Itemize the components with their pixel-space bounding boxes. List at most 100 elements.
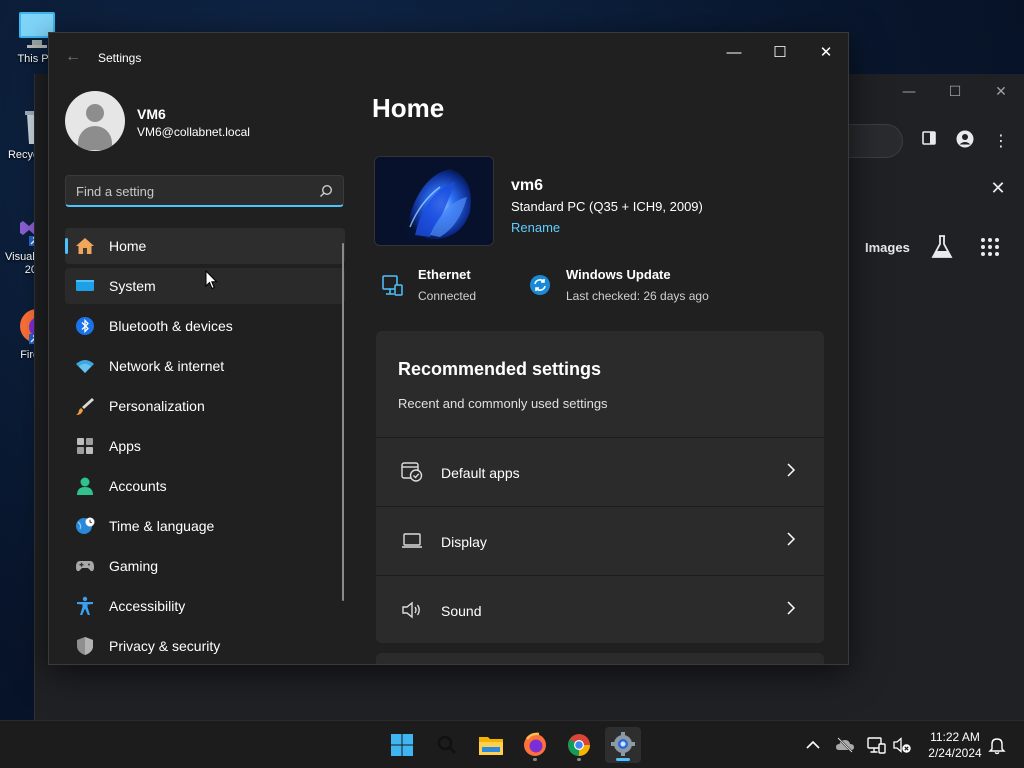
taskbar: 11:22 AM 2/24/2024 [0,720,1024,768]
clock-time: 11:22 AM [930,730,980,744]
close-icon[interactable]: ✕ [987,178,1009,199]
recommended-row-default-apps[interactable]: Default apps [376,437,824,505]
windows-update-subtitle: Last checked: 26 days ago [566,289,709,303]
kebab-menu-icon[interactable]: ⋮ [990,130,1012,152]
recommended-row-display[interactable]: Display [376,506,824,574]
wifi-icon [76,360,94,373]
search-icon[interactable] [319,184,333,198]
search-icon [437,735,457,755]
ethernet-status[interactable]: Ethernet Connected [380,265,520,307]
accounts-icon [77,477,93,495]
running-indicator [533,758,537,761]
windows-update-status[interactable]: Windows Update Last checked: 26 days ago [528,265,748,307]
app-title: Settings [98,51,142,65]
images-link[interactable]: Images [865,240,910,255]
user-email: VM6@collabnet.local [137,125,250,139]
sidebar-nav: Home System Bluetooth & devices Network … [65,228,345,664]
sidebar-item-label: Privacy & security [109,638,221,654]
flask-icon[interactable] [931,234,953,260]
taskbar-search-button[interactable] [429,727,465,763]
shield-icon [77,637,93,655]
sidebar-item-bluetooth[interactable]: Bluetooth & devices [65,308,345,344]
taskbar-chrome[interactable] [561,727,597,763]
taskbar-clock[interactable]: 11:22 AM 2/24/2024 [916,729,994,761]
device-name: vm6 [511,177,544,194]
sidebar-item-gaming[interactable]: Gaming [65,548,345,584]
browser-maximize-button[interactable]: ☐ [935,84,975,100]
sidebar-item-time-language[interactable]: Time & language [65,508,345,544]
sidebar-item-label: Network & internet [109,358,225,374]
ethernet-subtitle: Connected [418,289,477,303]
search-input[interactable] [66,176,306,206]
mouse-cursor-icon [205,270,218,290]
ethernet-icon [382,275,403,296]
avatar-body [78,126,112,150]
windows-update-icon [530,275,550,295]
onedrive-offline-icon[interactable] [835,735,855,755]
apps-grid-icon[interactable] [981,238,999,256]
recommended-row-label: Sound [441,603,482,619]
back-arrow-icon[interactable]: ← [63,47,83,67]
recommended-settings-card: Recommended settings Recent and commonly… [376,331,824,643]
chevron-up-icon[interactable] [803,735,823,755]
sidebar-item-label: Gaming [109,558,159,574]
volume-muted-icon[interactable] [892,735,912,755]
browser-close-button[interactable]: ✕ [981,84,1021,100]
selection-indicator [65,238,68,254]
chevron-right-icon [787,601,796,615]
apps-icon [77,438,93,454]
rename-link[interactable]: Rename [511,220,560,235]
notification-bell-icon[interactable] [987,735,1007,755]
paintbrush-icon [76,398,94,415]
sidebar-item-accounts[interactable]: Accounts [65,468,345,504]
display-icon [402,533,422,548]
sidebar-item-privacy[interactable]: Privacy & security [65,628,345,664]
sidebar-item-label: Time & language [109,518,215,534]
sidebar-item-accessibility[interactable]: Accessibility [65,588,345,624]
chevron-right-icon [787,463,796,477]
sidebar-item-label: Accounts [109,478,167,494]
user-name: VM6 [137,106,166,122]
recommended-row-label: Default apps [441,465,520,481]
recommended-row-sound[interactable]: Sound [376,575,824,643]
sidebar-item-label: System [109,278,156,294]
speaker-icon [402,601,420,619]
network-icon[interactable] [866,735,886,755]
sidebar-item-label: Bluetooth & devices [109,318,233,334]
browser-minimize-button[interactable]: — [889,84,929,100]
close-button[interactable]: ✕ [803,39,848,67]
side-panel-icon[interactable] [918,130,940,152]
default-apps-icon [401,462,423,482]
sidebar-item-home[interactable]: Home [65,228,345,264]
avatar-head [86,104,104,122]
sidebar-item-network[interactable]: Network & internet [65,348,345,384]
maximize-button[interactable]: ☐ [757,39,803,67]
windows-logo-icon [391,734,413,756]
system-icon [76,280,94,291]
sidebar-item-personalization[interactable]: Personalization [65,388,345,424]
taskbar-file-explorer[interactable] [473,727,509,763]
minimize-button[interactable]: — [711,39,757,67]
sidebar-item-label: Personalization [109,398,205,414]
ethernet-title: Ethernet [418,267,471,282]
sidebar-scrollbar[interactable] [342,243,344,601]
taskbar-settings[interactable] [605,727,641,763]
globe-clock-icon [76,517,95,534]
page-title: Home [372,93,445,123]
running-indicator [577,758,581,761]
start-button[interactable] [384,727,420,763]
home-icon [76,238,94,254]
sidebar-item-label: Accessibility [109,598,186,614]
chevron-right-icon [787,532,796,546]
profile-icon[interactable] [954,130,976,152]
search-box[interactable] [65,175,344,207]
active-indicator [616,758,630,761]
windows-update-title: Windows Update [566,267,671,282]
avatar[interactable] [65,91,125,151]
folder-icon [479,737,503,755]
sidebar-item-apps[interactable]: Apps [65,428,345,464]
taskbar-firefox[interactable] [517,727,553,763]
device-model: Standard PC (Q35 + ICH9, 2009) [511,199,703,214]
settings-window[interactable]: ← Settings — ☐ ✕ VM6 VM6@collabnet.local… [48,32,849,665]
recommended-row-label: Display [441,534,487,550]
